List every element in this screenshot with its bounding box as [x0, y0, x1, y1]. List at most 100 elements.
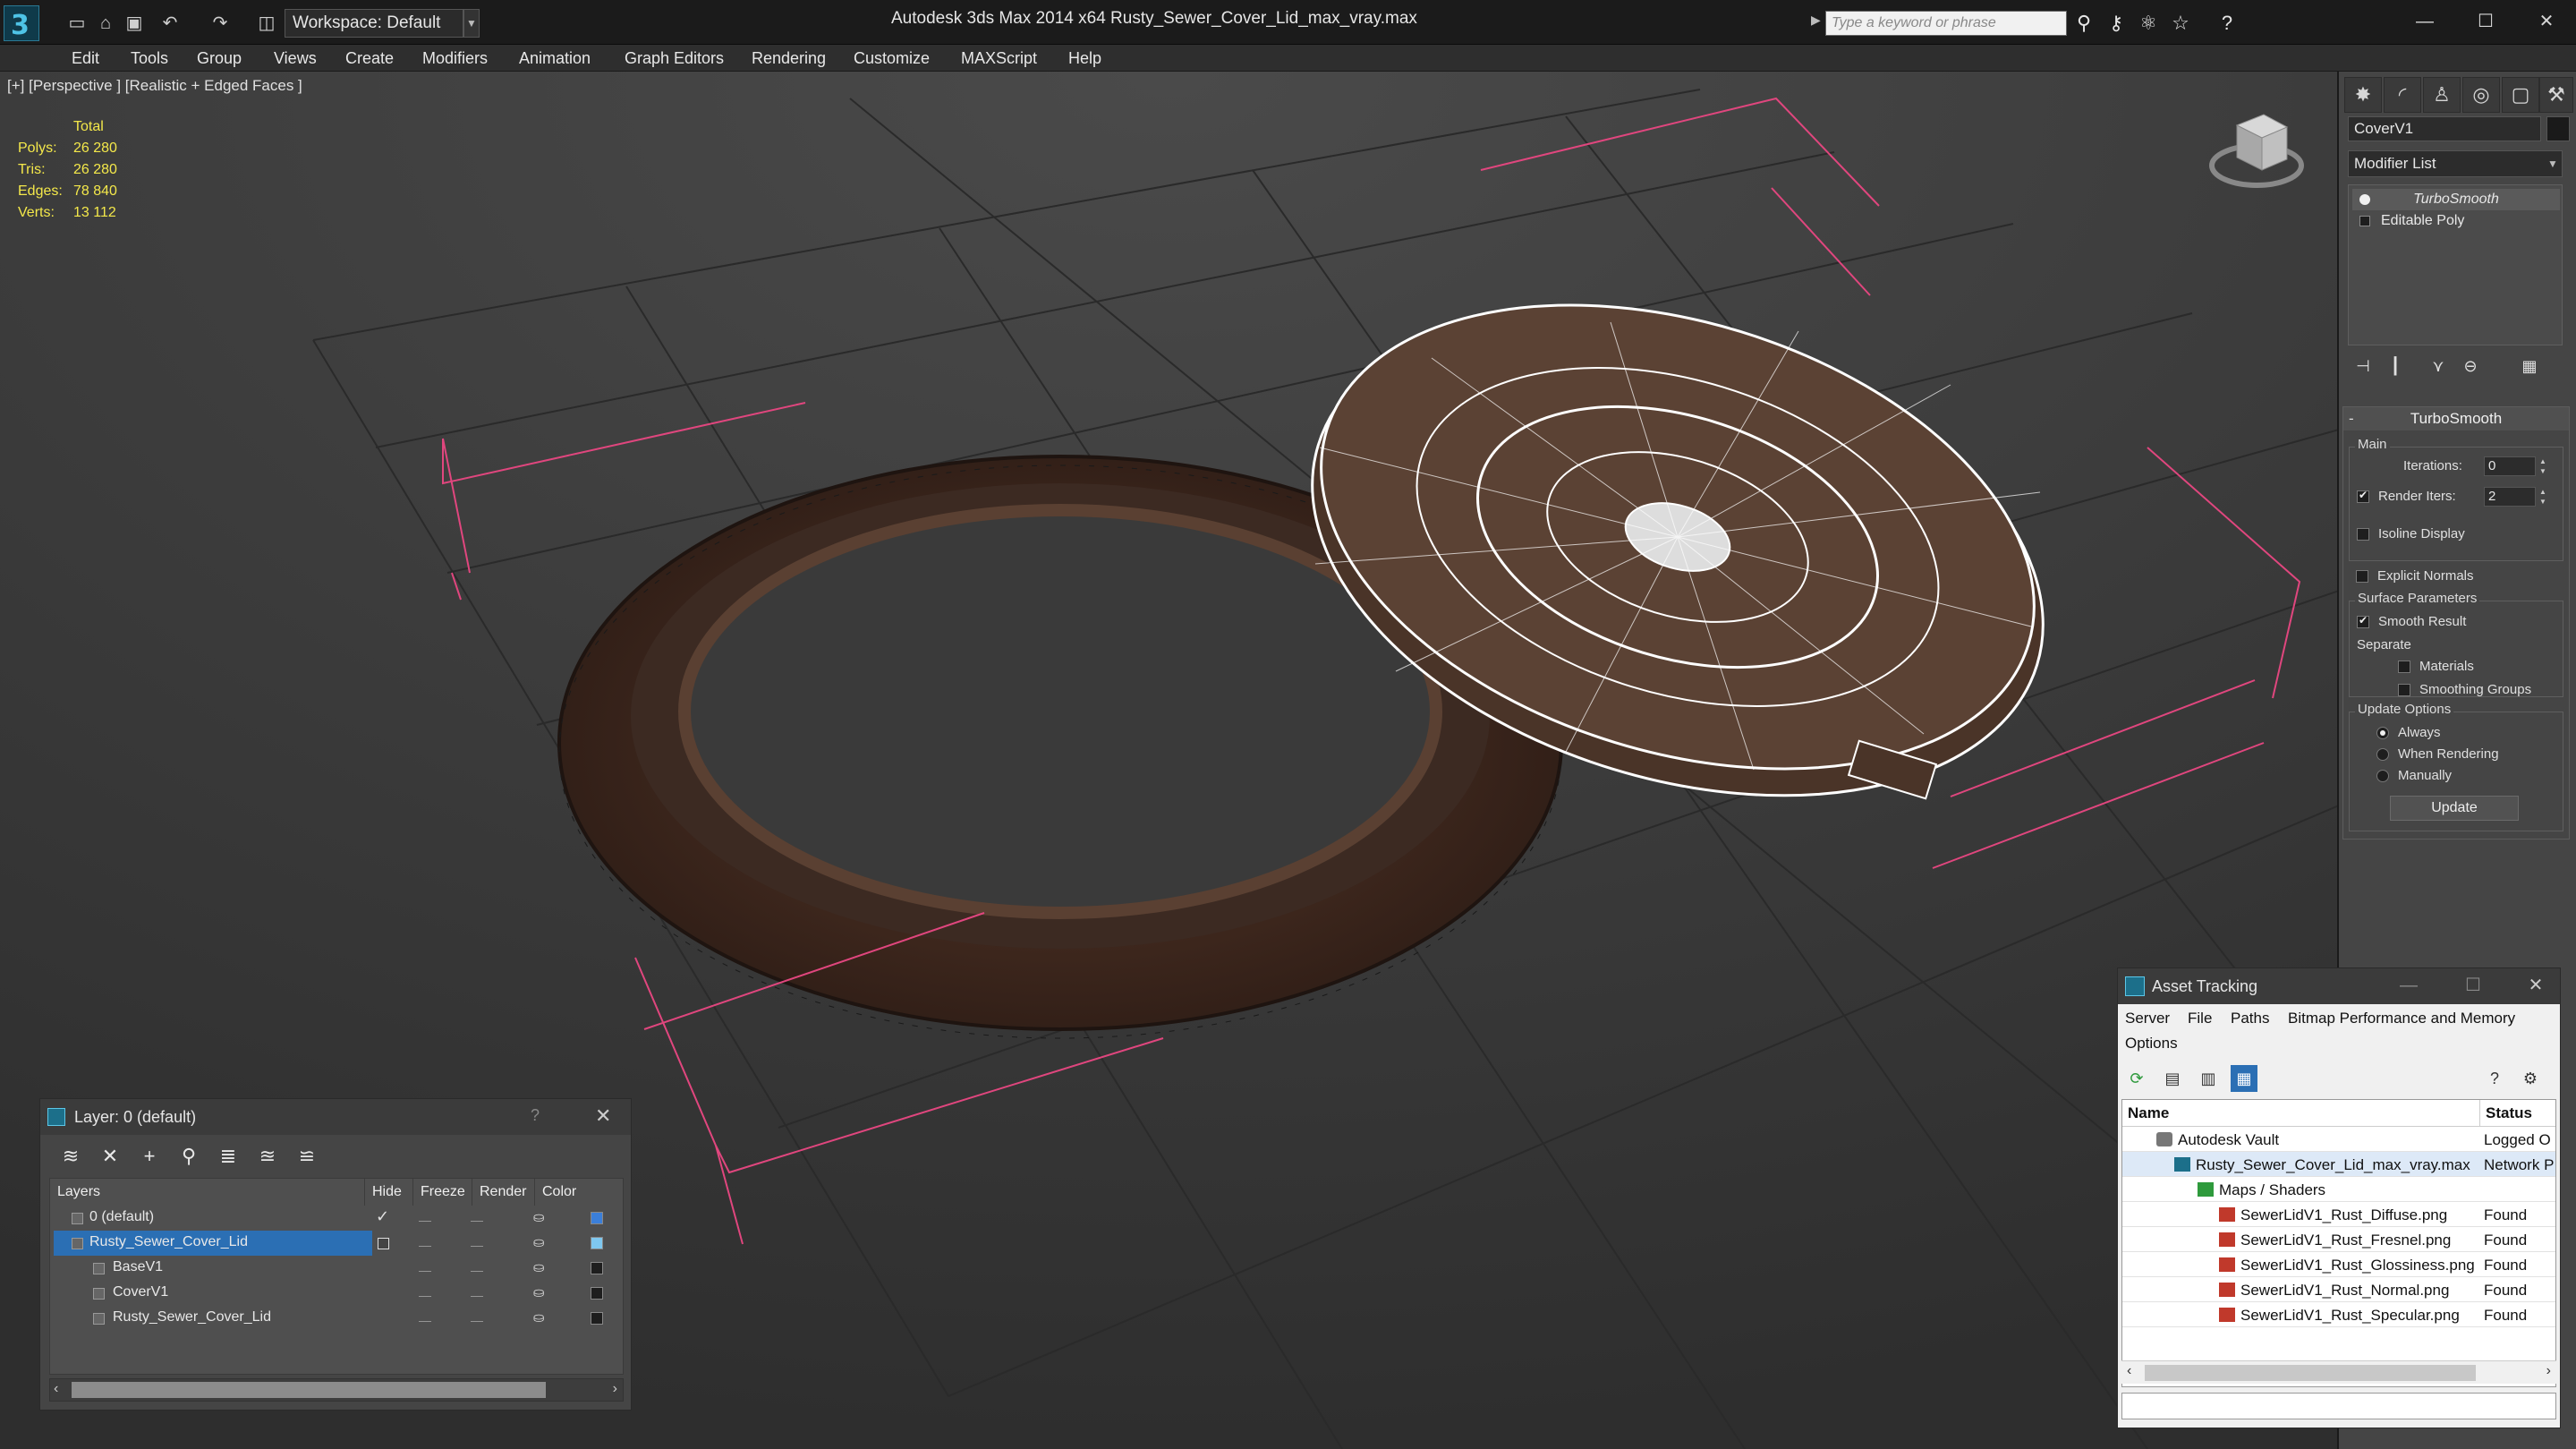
- layer-row[interactable]: 0 (default) ✓ — — ⛀: [50, 1206, 623, 1231]
- layer-row[interactable]: Rusty_Sewer_Cover_Lid — — ⛀: [50, 1306, 623, 1331]
- asset-row[interactable]: SewerLidV1_Rust_Specular.png Found: [2122, 1302, 2555, 1327]
- maximize-icon[interactable]: ☐: [2460, 972, 2487, 999]
- iterations-spinner[interactable]: 0: [2484, 456, 2536, 476]
- stack-item-turbosmooth[interactable]: TurboSmooth: [2352, 189, 2560, 210]
- col-color[interactable]: Color: [535, 1179, 589, 1206]
- create-layer-icon[interactable]: ≋: [55, 1142, 87, 1171]
- menu-modifiers[interactable]: Modifiers: [422, 49, 488, 68]
- col-render[interactable]: Render: [472, 1179, 535, 1206]
- key-icon[interactable]: ⚷: [2103, 11, 2130, 36]
- remove-modifier-icon[interactable]: ⊖: [2455, 353, 2486, 379]
- spinner-arrows-icon[interactable]: ▲ ▼: [2538, 456, 2548, 476]
- star-icon[interactable]: ☆: [2167, 11, 2194, 36]
- viewport-label[interactable]: [+] [Perspective ] [Realistic + Edged Fa…: [7, 77, 302, 95]
- layer-window-titlebar[interactable]: Layer: 0 (default) ? ✕: [40, 1099, 631, 1135]
- layer-color-swatch[interactable]: [591, 1287, 603, 1300]
- expand-icon[interactable]: [2359, 216, 2370, 226]
- col-hide[interactable]: Hide: [365, 1179, 413, 1206]
- light-bulb-icon[interactable]: [2359, 194, 2370, 205]
- layer-color-swatch[interactable]: [591, 1312, 603, 1325]
- rollout-header[interactable]: - TurboSmooth: [2343, 407, 2569, 430]
- freeze-toggle[interactable]: —: [471, 1263, 483, 1277]
- hide-toggle[interactable]: —: [419, 1263, 431, 1277]
- render-iters-checkbox[interactable]: [2357, 489, 2369, 503]
- help-icon[interactable]: ?: [2481, 1065, 2508, 1092]
- hide-toggle[interactable]: —: [419, 1313, 431, 1327]
- make-unique-icon[interactable]: ⋎: [2423, 353, 2453, 379]
- object-name-field[interactable]: CoverV1: [2348, 116, 2541, 141]
- motion-tab-icon[interactable]: ◎: [2462, 77, 2500, 113]
- layer-row[interactable]: BaseV1 — — ⛀: [50, 1256, 623, 1281]
- explicit-normals-checkbox[interactable]: [2356, 570, 2368, 583]
- scroll-right-icon[interactable]: ›: [613, 1381, 617, 1397]
- menu-options[interactable]: Options: [2125, 1035, 2178, 1053]
- asset-row[interactable]: SewerLidV1_Rust_Glossiness.png Found: [2122, 1252, 2555, 1277]
- current-layer-toggle[interactable]: [378, 1238, 389, 1249]
- refresh-icon[interactable]: ⟳: [2123, 1065, 2150, 1092]
- layer-row[interactable]: Rusty_Sewer_Cover_Lid — — ⛀: [50, 1231, 623, 1256]
- search-input[interactable]: Type a keyword or phrase: [1825, 11, 2067, 36]
- add-to-layer-icon[interactable]: +: [133, 1142, 166, 1171]
- menu-help[interactable]: Help: [1068, 49, 1101, 68]
- hide-toggle[interactable]: —: [419, 1238, 431, 1252]
- isoline-display-checkbox[interactable]: [2357, 528, 2369, 541]
- scroll-thumb[interactable]: [72, 1382, 546, 1398]
- object-color-swatch[interactable]: [2546, 116, 2570, 141]
- freeze-toggle[interactable]: —: [471, 1213, 483, 1227]
- menu-file[interactable]: File: [2188, 1010, 2212, 1027]
- smoothing-groups-checkbox[interactable]: [2398, 684, 2410, 696]
- asset-row[interactable]: SewerLidV1_Rust_Normal.png Found: [2122, 1277, 2555, 1302]
- utilities-tab-icon[interactable]: ⚒: [2539, 77, 2573, 113]
- undo-icon[interactable]: ↶: [157, 11, 183, 36]
- collapse-icon[interactable]: -: [2349, 407, 2354, 430]
- freeze-toggle[interactable]: —: [471, 1238, 483, 1252]
- freeze-toggle[interactable]: —: [471, 1288, 483, 1302]
- workspace-dropdown[interactable]: Workspace: Default: [285, 9, 463, 38]
- checkmark-icon[interactable]: ✓: [376, 1207, 389, 1226]
- menu-animation[interactable]: Animation: [519, 49, 591, 68]
- play-icon[interactable]: ▶: [1811, 13, 1821, 28]
- create-tab-icon[interactable]: ✸: [2344, 77, 2382, 113]
- new-file-icon[interactable]: ▭: [64, 11, 89, 36]
- list-view-icon[interactable]: ▤: [2159, 1065, 2186, 1092]
- menu-server[interactable]: Server: [2125, 1010, 2170, 1027]
- menu-create[interactable]: Create: [345, 49, 394, 68]
- display-tab-icon[interactable]: ▢: [2502, 77, 2539, 113]
- render-teapot-icon[interactable]: ⛀: [533, 1209, 545, 1225]
- menu-bitmap-performance[interactable]: Bitmap Performance and Memory: [2288, 1010, 2515, 1027]
- scroll-left-icon[interactable]: ‹: [2127, 1363, 2131, 1379]
- table-view-icon[interactable]: ▥: [2195, 1065, 2222, 1092]
- help-icon[interactable]: ?: [2214, 11, 2240, 36]
- hierarchy-tab-icon[interactable]: ♙: [2423, 77, 2461, 113]
- render-teapot-icon[interactable]: ⛀: [533, 1309, 545, 1325]
- redo-icon[interactable]: ↷: [208, 11, 233, 36]
- menu-views[interactable]: Views: [274, 49, 317, 68]
- always-radio[interactable]: [2376, 727, 2389, 739]
- layer-row[interactable]: CoverV1 — — ⛀: [50, 1281, 623, 1306]
- subscription-icon[interactable]: ⚛: [2135, 11, 2162, 36]
- hide-toggle[interactable]: —: [419, 1213, 431, 1227]
- render-iters-spinner[interactable]: 2: [2484, 487, 2536, 507]
- help-icon[interactable]: ?: [531, 1106, 540, 1125]
- delete-layer-icon[interactable]: ✕: [94, 1142, 126, 1171]
- settings-icon[interactable]: ⚙: [2517, 1065, 2544, 1092]
- modifier-list-dropdown[interactable]: Modifier List: [2348, 150, 2563, 177]
- open-file-icon[interactable]: ⌂: [93, 11, 118, 36]
- menu-customize[interactable]: Customize: [854, 49, 930, 68]
- freeze-all-layers-icon[interactable]: ≌: [291, 1142, 323, 1171]
- spinner-arrows-icon[interactable]: ▲ ▼: [2538, 487, 2548, 507]
- menu-group[interactable]: Group: [197, 49, 242, 68]
- menu-maxscript[interactable]: MAXScript: [961, 49, 1037, 68]
- asset-row[interactable]: Maps / Shaders: [2122, 1177, 2555, 1202]
- materials-checkbox[interactable]: [2398, 661, 2410, 673]
- asset-window-titlebar[interactable]: Asset Tracking — ☐ ✕: [2118, 968, 2560, 1004]
- asset-row[interactable]: SewerLidV1_Rust_Fresnel.png Found: [2122, 1227, 2555, 1252]
- close-icon[interactable]: ✕: [595, 1104, 611, 1128]
- update-button[interactable]: Update: [2390, 796, 2519, 821]
- select-layer-icon[interactable]: ≣: [212, 1142, 244, 1171]
- app-logo[interactable]: 3: [4, 5, 39, 41]
- layer-color-swatch[interactable]: [591, 1262, 603, 1274]
- horizontal-scrollbar[interactable]: ‹ ›: [2121, 1360, 2556, 1384]
- minimize-icon[interactable]: —: [2398, 5, 2452, 38]
- render-teapot-icon[interactable]: ⛀: [533, 1234, 545, 1250]
